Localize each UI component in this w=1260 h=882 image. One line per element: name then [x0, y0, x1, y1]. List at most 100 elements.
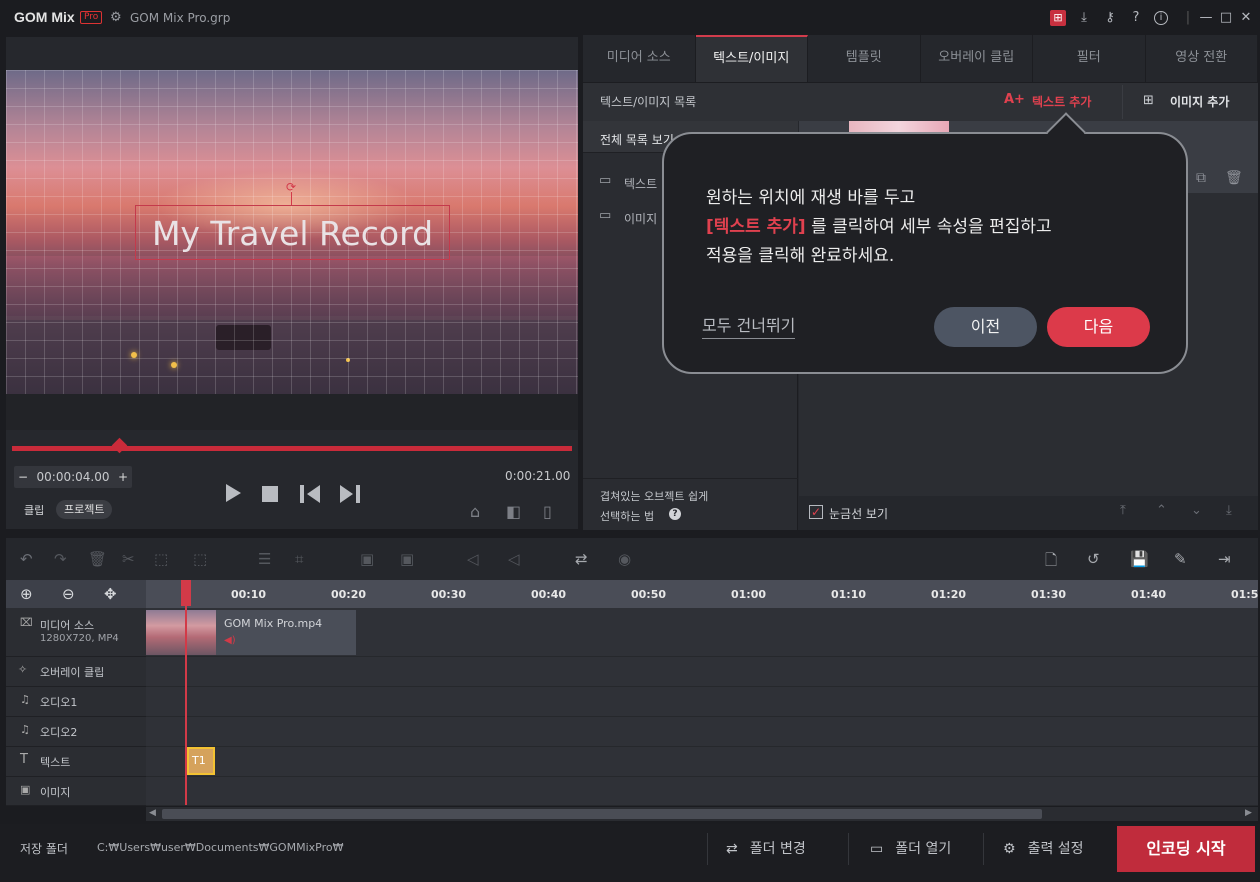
split-left-icon[interactable]: ⬚ [154, 550, 168, 568]
playhead-handle[interactable] [181, 580, 191, 606]
view-all-label[interactable]: 전체 목록 보기 [600, 131, 674, 148]
minimize-icon[interactable]: — [1198, 10, 1214, 26]
maximize-icon[interactable]: □ [1218, 10, 1234, 26]
volume-icon[interactable]: ◁ [467, 550, 479, 568]
download-icon[interactable]: ⤓ [1076, 10, 1092, 26]
tooltip-line2: [텍스트 추가] 를 클릭하여 세부 속성을 편집하고 [706, 213, 1052, 242]
grid-toggle-label[interactable]: 눈금선 보기 [829, 505, 888, 522]
mute-icon[interactable]: ◁ [508, 550, 520, 568]
help-text-line2[interactable]: 선택하는 법 [600, 508, 654, 524]
cut-icon[interactable]: ✂ [122, 550, 135, 568]
image-in-icon[interactable]: ▣ [360, 550, 374, 568]
image-track-lane[interactable] [146, 777, 1258, 806]
move-bottom-icon[interactable]: ⤓ [1226, 503, 1232, 518]
track-audio1: ♫ 오디오1 [6, 687, 146, 717]
overlay-track-lane[interactable] [146, 657, 1258, 687]
audio2-track-lane[interactable] [146, 717, 1258, 747]
export-icon[interactable]: ⇥ [1218, 550, 1231, 568]
add-text-button[interactable]: 텍스트 추가 [1032, 93, 1091, 110]
playhead-line[interactable] [185, 580, 187, 805]
music-note-icon: ♫ [20, 693, 30, 706]
tab-overlay-clip[interactable]: 오버레이 클립 [920, 35, 1033, 83]
divider [848, 833, 849, 865]
prev-button[interactable]: 이전 [934, 307, 1037, 347]
folder-icon: ▭ [599, 173, 612, 188]
copy-icon[interactable]: ⧉ [1196, 170, 1206, 186]
text-clip[interactable]: T1 [187, 747, 215, 775]
info-icon[interactable]: i [1154, 11, 1168, 25]
view-icon[interactable]: ◉ [618, 550, 631, 568]
scroll-left-icon[interactable]: ◀ [149, 808, 156, 818]
snapshot-icon[interactable]: ⌂ [470, 502, 480, 521]
undo-icon[interactable]: ↶ [20, 550, 33, 568]
stop-icon[interactable] [261, 485, 279, 503]
video-preview[interactable]: ⟳ My Travel Record [6, 70, 578, 394]
tab-filter[interactable]: 필터 [1033, 35, 1146, 83]
crop-icon[interactable]: ⌗ [295, 550, 303, 568]
help-icon[interactable]: ? [1128, 10, 1144, 26]
output-settings-button[interactable]: ⚙ 출력 설정 [1003, 826, 1084, 872]
output-settings-label: 출력 설정 [1027, 841, 1084, 857]
open-project-icon[interactable]: ↺ [1087, 550, 1100, 568]
minus-icon[interactable]: − [18, 466, 28, 488]
help-icon[interactable]: ? [669, 508, 681, 520]
replace-clip-icon[interactable]: ⇄ [575, 550, 588, 568]
prev-frame-icon[interactable] [299, 484, 321, 504]
split-compare-icon[interactable]: ◧ [506, 502, 521, 521]
music-note-icon: ♫ [20, 723, 30, 736]
next-button[interactable]: 다음 [1047, 307, 1150, 347]
play-icon[interactable] [224, 483, 242, 503]
tab-template[interactable]: 템플릿 [808, 35, 921, 83]
timeline-ruler[interactable] [146, 580, 1258, 608]
add-image-button[interactable]: 이미지 추가 [1170, 93, 1229, 110]
close-icon[interactable]: ✕ [1238, 10, 1254, 26]
tab-text-image[interactable]: 텍스트/이미지 [695, 35, 808, 83]
tab-media-source[interactable]: 미디어 소스 [583, 35, 696, 83]
help-text-line1: 겹쳐있는 오브젝트 쉽게 [600, 490, 709, 503]
folder-image[interactable]: 이미지 [624, 210, 657, 227]
add-text-icon[interactable]: A+ [1004, 92, 1025, 107]
folder-text[interactable]: 텍스트 [624, 175, 657, 192]
start-encoding-button[interactable]: 인코딩 시작 [1117, 826, 1255, 872]
move-top-icon[interactable]: ⤒ [1120, 503, 1126, 518]
next-frame-icon[interactable] [339, 484, 361, 504]
fit-icon[interactable]: ✥ [104, 585, 117, 603]
save-path: C:₩Users₩user₩Documents₩GOMMixPro₩ [97, 841, 344, 854]
trash-icon[interactable]: 🗑 [1225, 170, 1243, 186]
time-input[interactable]: − 00:00:04.00 + [14, 466, 132, 488]
redo-icon[interactable]: ↷ [54, 550, 67, 568]
scroll-right-icon[interactable]: ▶ [1245, 808, 1252, 818]
adjust-icon[interactable]: ☰ [258, 550, 271, 568]
save-as-icon[interactable]: ✎ [1174, 550, 1187, 568]
delete-icon[interactable]: 🗑 [88, 550, 107, 568]
text-track-lane[interactable] [146, 747, 1258, 777]
seek-bar[interactable] [12, 446, 572, 451]
zoom-out-icon[interactable]: ⊖ [62, 585, 75, 603]
change-folder-button[interactable]: ⇄ 폴더 변경 [726, 826, 806, 872]
fullscreen-icon[interactable]: ▯ [543, 502, 552, 521]
change-folder-label: 폴더 변경 [749, 841, 806, 857]
audio1-track-lane[interactable] [146, 687, 1258, 717]
scrollbar-thumb[interactable] [162, 809, 1042, 819]
key-icon[interactable]: ⚷ [1102, 10, 1118, 26]
cart-icon[interactable]: ⊞ [1050, 10, 1066, 26]
move-down-icon[interactable]: ⌄ [1191, 503, 1202, 518]
move-up-icon[interactable]: ⌃ [1156, 503, 1167, 518]
zoom-in-icon[interactable]: ⊕ [20, 585, 33, 603]
image-icon[interactable]: ▣ [400, 550, 414, 568]
preview-letterbox [6, 394, 578, 430]
mode-clip[interactable]: 클립 [24, 502, 44, 518]
save-icon[interactable]: 💾 [1130, 550, 1149, 568]
track-label: 텍스트 [40, 756, 71, 769]
tab-transition[interactable]: 영상 전환 [1145, 35, 1258, 83]
skip-all-link[interactable]: 모두 건너뛰기 [702, 312, 796, 339]
text-overlay-box[interactable]: My Travel Record [135, 205, 450, 260]
new-project-icon[interactable]: 🗋 [1045, 550, 1057, 575]
grid-checkbox[interactable]: ✓ [809, 505, 823, 519]
mode-project[interactable]: 프로젝트 [56, 500, 113, 519]
add-image-icon[interactable]: ⊞ [1143, 93, 1154, 108]
settings-gear-icon[interactable]: ⚙ [110, 10, 122, 25]
split-right-icon[interactable]: ⬚ [193, 550, 207, 568]
plus-icon[interactable]: + [118, 466, 128, 488]
open-folder-button[interactable]: ▭ 폴더 열기 [870, 826, 951, 872]
